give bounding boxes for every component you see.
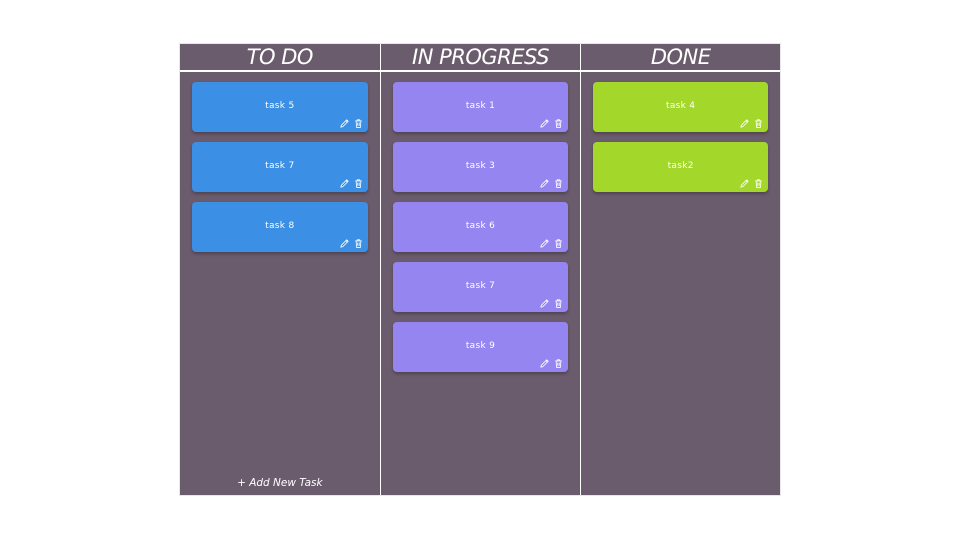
task-card-title: task 7 [465, 281, 496, 291]
task-card-title: task 9 [465, 341, 496, 351]
column-header-todo: TO DO [180, 44, 380, 72]
card-actions [539, 298, 564, 309]
pencil-icon[interactable] [539, 238, 550, 249]
card-actions [339, 118, 364, 129]
task-card-title: task 4 [666, 101, 696, 111]
pencil-icon[interactable] [739, 178, 750, 189]
pencil-icon[interactable] [739, 118, 750, 129]
trash-icon[interactable] [353, 238, 364, 249]
task-card[interactable]: task 1 [392, 82, 569, 132]
trash-icon[interactable] [553, 118, 564, 129]
trash-icon[interactable] [353, 178, 364, 189]
card-list-todo: task 5 task 7 task 8 [180, 72, 380, 252]
task-card-title: task 6 [465, 221, 496, 231]
trash-icon[interactable] [553, 358, 564, 369]
card-actions [339, 178, 364, 189]
pencil-icon[interactable] [539, 358, 550, 369]
task-card[interactable]: task 6 [392, 202, 569, 252]
card-actions [339, 238, 364, 249]
task-card-title: task 5 [265, 101, 295, 111]
column-header-done: DONE [581, 44, 781, 72]
trash-icon[interactable] [753, 178, 764, 189]
task-card-title: task 1 [465, 101, 496, 111]
pencil-icon[interactable] [539, 298, 550, 309]
task-card[interactable]: task 9 [392, 322, 569, 372]
kanban-board: TO DO task 5 task 7 task 8 + Add New Tas… [179, 43, 781, 496]
trash-icon[interactable] [553, 238, 564, 249]
card-actions [539, 178, 564, 189]
card-actions [739, 118, 764, 129]
column-todo: TO DO task 5 task 7 task 8 + Add New Tas… [180, 44, 380, 495]
card-actions [539, 358, 564, 369]
pencil-icon[interactable] [339, 118, 350, 129]
card-list-in-progress: task 1 task 3 task 6 task 7 task 9 [381, 72, 581, 372]
task-card-title: task 8 [265, 221, 295, 231]
pencil-icon[interactable] [539, 118, 550, 129]
card-actions [539, 238, 564, 249]
task-card-title: task 7 [265, 161, 295, 171]
column-in-progress: IN PROGRESS task 1 task 3 task 6 task 7 … [380, 44, 581, 495]
task-card[interactable]: task 7 [392, 262, 569, 312]
task-card-title: task 3 [465, 161, 496, 171]
task-card[interactable]: task2 [593, 142, 769, 192]
trash-icon[interactable] [753, 118, 764, 129]
task-card[interactable]: task 3 [392, 142, 569, 192]
task-card-title: task2 [667, 161, 694, 171]
add-new-task-button[interactable]: + Add New Task [180, 477, 380, 489]
trash-icon[interactable] [353, 118, 364, 129]
pencil-icon[interactable] [339, 238, 350, 249]
card-actions [739, 178, 764, 189]
card-list-done: task 4 task2 [581, 72, 780, 192]
column-done: DONE task 4 task2 [581, 44, 781, 495]
pencil-icon[interactable] [339, 178, 350, 189]
task-card[interactable]: task 7 [192, 142, 368, 192]
task-card[interactable]: task 5 [192, 82, 368, 132]
task-card[interactable]: task 8 [192, 202, 368, 252]
trash-icon[interactable] [553, 298, 564, 309]
trash-icon[interactable] [553, 178, 564, 189]
pencil-icon[interactable] [539, 178, 550, 189]
card-actions [539, 118, 564, 129]
column-header-in-progress: IN PROGRESS [380, 44, 581, 72]
task-card[interactable]: task 4 [593, 82, 769, 132]
